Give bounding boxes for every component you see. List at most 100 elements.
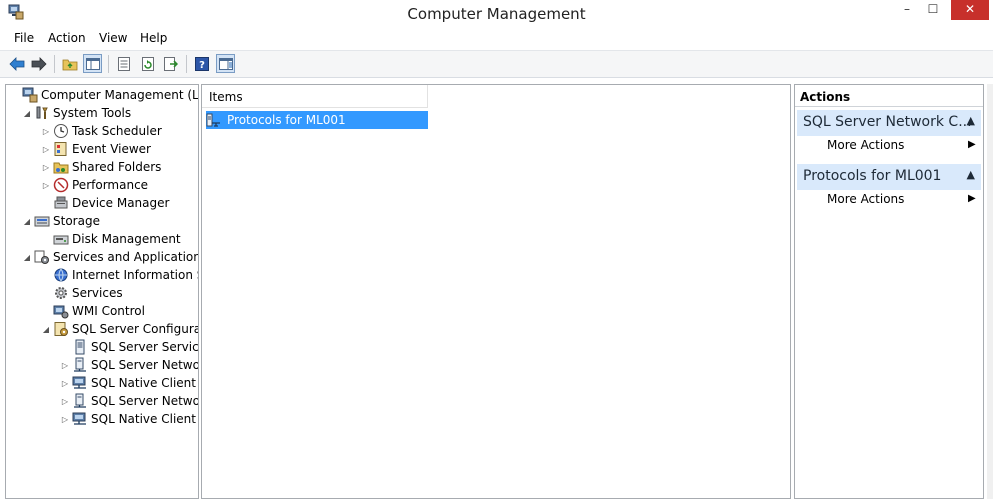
native-client-icon xyxy=(72,411,88,427)
items-column-header[interactable]: Items xyxy=(202,85,428,108)
actions-header: Actions xyxy=(795,85,983,107)
tree-node[interactable]: WMI Control xyxy=(41,302,145,320)
tree-node[interactable]: ▷ Performance xyxy=(41,176,148,194)
tree-node[interactable]: ◢ SQL Server Configuratic xyxy=(41,320,198,338)
tree-node[interactable]: ▷ SQL Native Client 11 xyxy=(60,374,198,392)
action-group-protocols[interactable]: Protocols for ML001 ▲ xyxy=(797,164,981,190)
tree-node-label: Event Viewer xyxy=(72,142,151,156)
collapse-toggle-icon[interactable]: ◢ xyxy=(22,217,32,226)
tree-node[interactable]: ▷ SQL Server Network xyxy=(60,392,199,410)
refresh-icon[interactable] xyxy=(138,54,157,73)
collapse-toggle-icon[interactable]: ◢ xyxy=(41,325,51,334)
network-server-icon xyxy=(72,357,88,373)
minimize-button[interactable]: – xyxy=(894,0,920,20)
results-pane[interactable]: Items Protocols for ML001 xyxy=(201,84,791,499)
tree-node[interactable]: ▷ SQL Native Client 11 xyxy=(60,410,198,428)
tree-node-label: Disk Management xyxy=(72,232,181,246)
expand-toggle-icon[interactable]: ▷ xyxy=(60,397,70,406)
iis-icon xyxy=(53,267,69,283)
native-client-icon xyxy=(72,375,88,391)
tree-node-label: Storage xyxy=(53,214,100,228)
action-group-title: SQL Server Network C... xyxy=(803,114,972,130)
tree-node[interactable]: Disk Management xyxy=(41,230,181,248)
collapse-toggle-icon[interactable]: ◢ xyxy=(22,109,32,118)
tree-node-label: SQL Native Client 11 xyxy=(91,376,198,390)
action-group-title: Protocols for ML001 xyxy=(803,168,942,184)
tree-node[interactable]: ◢ Storage xyxy=(22,212,100,230)
console-tree-pane[interactable]: Computer Management (Local◢System Tools▷… xyxy=(5,84,199,499)
clock-icon xyxy=(53,123,69,139)
tree-node[interactable]: SQL Server Services xyxy=(60,338,199,356)
collapse-caret-icon[interactable]: ▲ xyxy=(967,114,975,127)
tree-node[interactable]: ▷ SQL Server Network xyxy=(60,356,198,374)
action-group-sql-server-network[interactable]: SQL Server Network C... ▲ xyxy=(797,110,981,136)
more-actions-item[interactable]: More Actions xyxy=(827,192,904,206)
menu-help[interactable]: Help xyxy=(140,31,167,45)
tree-node-label: Services xyxy=(72,286,123,300)
tools-icon xyxy=(34,105,50,121)
window-scrollbar[interactable] xyxy=(987,84,993,499)
menu-view[interactable]: View xyxy=(99,31,127,45)
maximize-button[interactable]: ☐ xyxy=(920,0,946,20)
tree-node[interactable]: ◢ Services and Applications xyxy=(22,248,199,266)
expand-toggle-icon[interactable]: ▷ xyxy=(41,181,51,190)
expand-toggle-icon[interactable]: ▷ xyxy=(41,127,51,136)
expand-toggle-icon[interactable]: ▷ xyxy=(41,145,51,154)
window-title: Computer Management xyxy=(407,5,586,23)
tree-node-label: WMI Control xyxy=(72,304,145,318)
show-hide-action-pane-icon[interactable] xyxy=(216,54,235,73)
tree-node[interactable]: ▷ Event Viewer xyxy=(41,140,151,158)
tree-node-label: Task Scheduler xyxy=(72,124,162,138)
submenu-arrow-icon: ▶ xyxy=(968,139,976,150)
tree-node[interactable]: Computer Management (Local xyxy=(10,86,199,104)
close-button[interactable]: ✕ xyxy=(951,0,989,20)
tree-node[interactable]: Services xyxy=(41,284,123,302)
show-hide-console-tree-icon[interactable] xyxy=(83,54,102,73)
tree-node-label: Computer Management (Local xyxy=(41,88,199,102)
svg-text:?: ? xyxy=(199,60,205,71)
tree-node-label: SQL Server Services xyxy=(91,340,199,354)
title-bar: Computer Management – ☐ ✕ xyxy=(0,0,993,28)
event-viewer-icon xyxy=(53,141,69,157)
tree-node-label: Services and Applications xyxy=(53,250,199,264)
expand-toggle-icon[interactable]: ▷ xyxy=(60,361,70,370)
tree-node[interactable]: Device Manager xyxy=(41,194,169,212)
tree-node[interactable]: Internet Information Ser xyxy=(41,266,198,284)
list-item[interactable]: Protocols for ML001 xyxy=(206,111,428,129)
menu-file[interactable]: File xyxy=(14,31,34,45)
toolbar: ? xyxy=(0,50,993,78)
performance-icon xyxy=(53,177,69,193)
forward-arrow-icon[interactable] xyxy=(29,54,48,73)
tree-node-label: Shared Folders xyxy=(72,160,162,174)
menu-action[interactable]: Action xyxy=(48,31,86,45)
computer-management-icon xyxy=(22,87,38,103)
properties-sheet-icon[interactable] xyxy=(114,54,133,73)
server-icon xyxy=(72,339,88,355)
tree-node-label: SQL Server Network xyxy=(91,394,199,408)
tree-node-label: System Tools xyxy=(53,106,132,120)
help-icon[interactable]: ? xyxy=(192,54,211,73)
expand-toggle-icon[interactable]: ▷ xyxy=(60,379,70,388)
network-protocols-icon xyxy=(206,112,222,128)
export-list-icon[interactable] xyxy=(161,54,180,73)
tree-node[interactable]: ▷ Shared Folders xyxy=(41,158,161,176)
expand-toggle-icon[interactable]: ▷ xyxy=(60,415,70,424)
collapse-toggle-icon[interactable]: ◢ xyxy=(22,253,32,262)
collapse-caret-icon[interactable]: ▲ xyxy=(967,168,975,181)
sql-config-icon xyxy=(53,321,69,337)
tree-node-label: SQL Server Configuratic xyxy=(72,322,198,336)
disk-icon xyxy=(53,231,69,247)
tree-node[interactable]: ◢ System Tools xyxy=(22,104,131,122)
up-folder-icon[interactable] xyxy=(60,54,79,73)
tree-node[interactable]: ▷ Task Scheduler xyxy=(41,122,162,140)
tree-node-label: Performance xyxy=(72,178,149,192)
services-gear-icon xyxy=(53,285,69,301)
back-arrow-icon[interactable] xyxy=(7,54,26,73)
storage-icon xyxy=(34,213,50,229)
tree-node-label: SQL Native Client 11 xyxy=(91,412,198,426)
tree-node-label: Device Manager xyxy=(72,196,170,210)
actions-pane: Actions SQL Server Network C... ▲ More A… xyxy=(794,84,984,499)
submenu-arrow-icon: ▶ xyxy=(968,193,976,204)
more-actions-item[interactable]: More Actions xyxy=(827,138,904,152)
expand-toggle-icon[interactable]: ▷ xyxy=(41,163,51,172)
